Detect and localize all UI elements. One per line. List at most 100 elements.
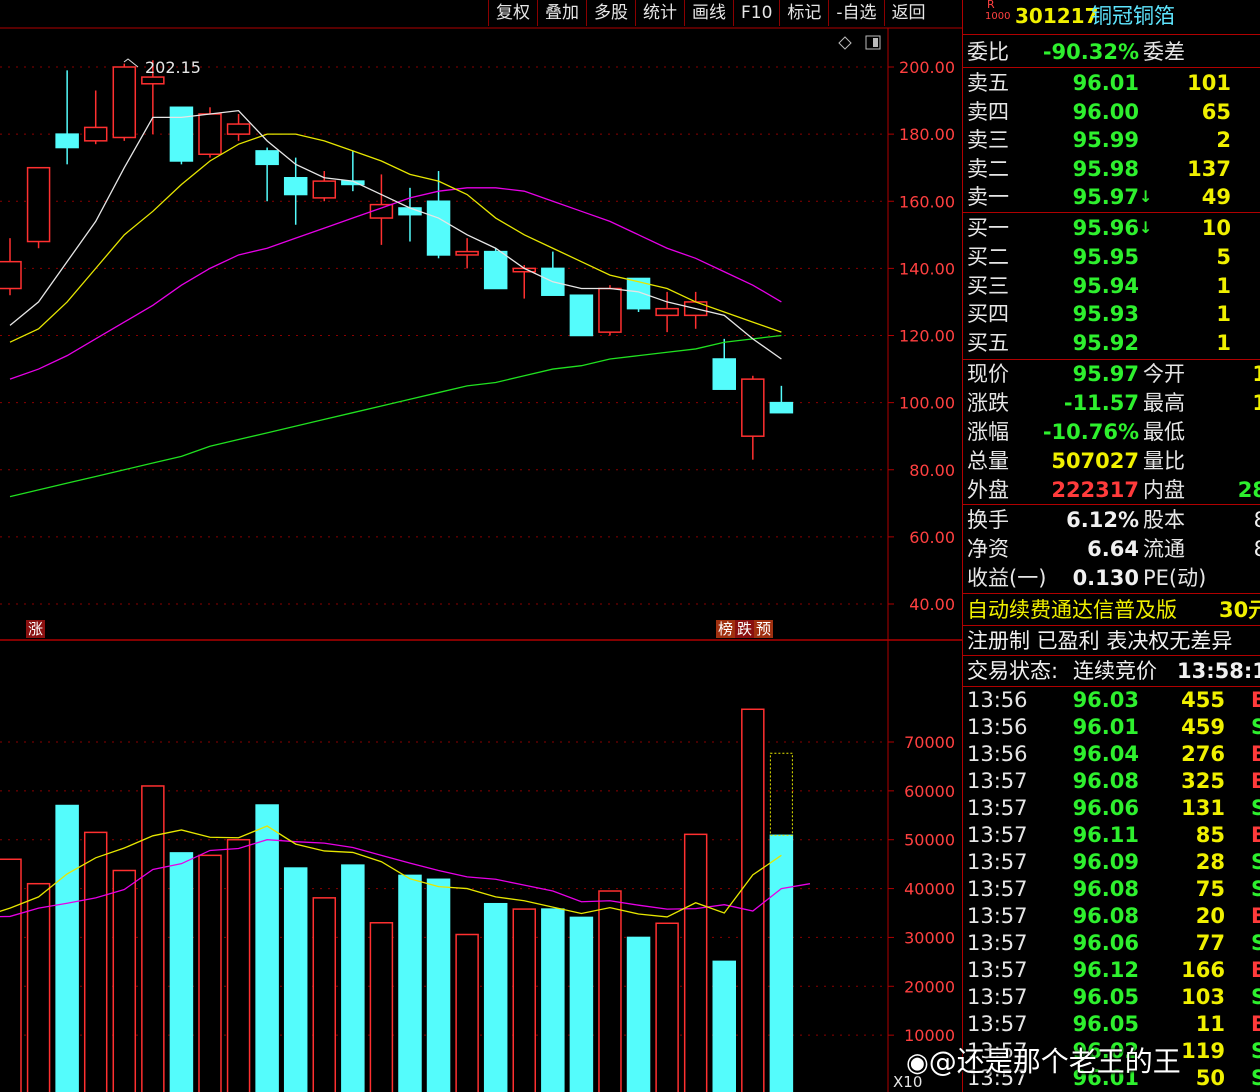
volume-bar-down: [55, 804, 79, 1092]
fundamental-label-2: PE(动): [1143, 566, 1207, 590]
fundamental-row: 收益(一) 0.130 PE(动): [963, 564, 1260, 592]
draw-line-button[interactable]: 画线: [684, 0, 733, 26]
order-volume: 1: [1216, 331, 1231, 356]
panel-toggle-icon-fill: [873, 38, 878, 47]
fundamental-value: 6.12%: [1066, 508, 1139, 532]
tick-volume: 455: [1181, 688, 1225, 712]
tick-volume: 75: [1195, 877, 1225, 901]
fuquan-button[interactable]: 复权: [488, 0, 537, 26]
stock-code: 301217: [1015, 4, 1099, 28]
tick-volume: 50: [1195, 1066, 1225, 1090]
volume-bar-down: [341, 864, 365, 1092]
volume-tick-label: 20000: [904, 977, 955, 996]
tick-row: 13:57 96.05 103 S: [963, 983, 1260, 1011]
forecast-tag[interactable]: 预: [754, 620, 774, 638]
tick-volume: 77: [1195, 931, 1225, 955]
tick-volume: 131: [1181, 796, 1225, 820]
fundamental-label-2: 流通: [1143, 537, 1185, 561]
candle-up: [741, 378, 765, 437]
tick-row: 13:57 96.08 75 S: [963, 875, 1260, 903]
fundamental-label: 收益(一): [967, 566, 1047, 590]
buy-order-row: 买三 95.94 1: [963, 272, 1260, 300]
tick-row: 13:57 96.09 28 S: [963, 848, 1260, 876]
tick-side: B: [1251, 956, 1260, 984]
tick-price: 96.08: [1072, 904, 1139, 928]
tick-row: 13:57 96.05 11 B: [963, 1010, 1260, 1038]
order-price: 95.92: [1072, 331, 1139, 356]
f10-button[interactable]: F10: [733, 0, 779, 26]
order-price: 95.96: [1072, 216, 1139, 240]
back-button[interactable]: 返回: [883, 0, 933, 26]
price-tick-label: 120.00: [899, 327, 955, 346]
quote-value-2: 28: [1237, 478, 1260, 502]
tick-time: 13:56: [967, 715, 1028, 739]
ad-row[interactable]: 自动续费通达信普及版 30元: [963, 596, 1260, 624]
volume-bar-down: [483, 902, 508, 1092]
volume-bar-down: [569, 916, 594, 1092]
tick-volume: 325: [1181, 769, 1225, 793]
tick-side: S: [1251, 1037, 1260, 1065]
candle-up: [0, 260, 22, 290]
fundamental-row: 换手 6.12%股本 8: [963, 506, 1260, 534]
weibi-value: -90.32%: [1042, 40, 1139, 64]
ad-text[interactable]: 自动续费通达信普及版: [967, 596, 1177, 624]
candle-down: [769, 401, 794, 414]
statistics-button[interactable]: 统计: [635, 0, 684, 26]
quote-label: 涨幅: [967, 420, 1009, 444]
tick-time: 13:56: [967, 688, 1028, 712]
candle-down: [712, 358, 736, 390]
kline-chart[interactable]: 40.00 60.00 80.00 100.00 120.00 140.00 160.00 1…: [0, 0, 962, 1092]
order-volume: 5: [1216, 244, 1231, 269]
candle-up: [198, 113, 222, 156]
volume-bar-up: [455, 933, 479, 1092]
order-label: 买三: [967, 273, 1009, 298]
volume-bar-down: [283, 867, 308, 1092]
tick-volume: 11: [1195, 1012, 1225, 1036]
order-label: 买四: [967, 302, 1009, 327]
tick-side: B: [1251, 902, 1260, 930]
weibi-row: 委比 -90.32% 委差: [963, 38, 1260, 66]
fundamental-value: 0.130: [1072, 566, 1139, 590]
volume-bar-down: [769, 834, 794, 1092]
volume-bar-up: [112, 869, 137, 1092]
sell-order-row: 卖二 95.98 137: [963, 155, 1260, 183]
tick-side: B: [1251, 1010, 1260, 1038]
volume-tick-label: 70000: [904, 733, 955, 752]
volume-bar-up: [655, 922, 679, 1092]
limit-down-tag[interactable]: 跌: [735, 620, 755, 638]
sell-order-row: 卖一 95.97 49 ↓: [963, 183, 1260, 211]
tick-price: 96.03: [1072, 688, 1139, 712]
tick-price: 96.08: [1072, 769, 1139, 793]
right-tags: 榜 跌 预: [716, 620, 774, 638]
quote-value: 222317: [1051, 478, 1139, 502]
divider: [963, 593, 1260, 594]
tick-price: 96.11: [1072, 823, 1139, 847]
sell-order-row: 卖三 95.99 2: [963, 126, 1260, 154]
quote-row: 总量 507027 量比: [963, 447, 1260, 475]
rank-tag[interactable]: 榜: [716, 620, 736, 638]
sell-order-row: 卖四 96.00 65: [963, 98, 1260, 126]
candle-up: [655, 307, 679, 317]
tick-volume: 28: [1195, 850, 1225, 874]
order-label: 卖二: [967, 156, 1009, 181]
remove-watchlist-button[interactable]: -自选: [828, 0, 883, 26]
tick-side: B: [1251, 767, 1260, 795]
order-volume: 1: [1216, 273, 1231, 298]
tick-price: 96.06: [1072, 796, 1139, 820]
tick-side: S: [1251, 848, 1260, 876]
limit-up-tag[interactable]: 涨: [26, 620, 46, 638]
tick-row: 13:57 96.06 131 S: [963, 794, 1260, 822]
order-price: 95.99: [1072, 128, 1139, 152]
quote-row: 涨幅 -10.76% 最低: [963, 418, 1260, 446]
multi-stock-button[interactable]: 多股: [586, 0, 635, 26]
overlay-button[interactable]: 叠加: [537, 0, 586, 26]
tick-row: 13:57 96.08 325 B: [963, 767, 1260, 795]
volume-tick-label: 60000: [904, 782, 955, 801]
buy-order-row: 买一 95.96 10 ↓: [963, 214, 1260, 242]
volume-bar-up: [26, 882, 51, 1092]
mark-button[interactable]: 标记: [779, 0, 828, 26]
diamond-icon: [838, 36, 852, 50]
quote-value: 95.97: [1072, 362, 1139, 386]
volume-bar-down: [712, 960, 736, 1092]
tick-volume: 166: [1181, 958, 1225, 982]
